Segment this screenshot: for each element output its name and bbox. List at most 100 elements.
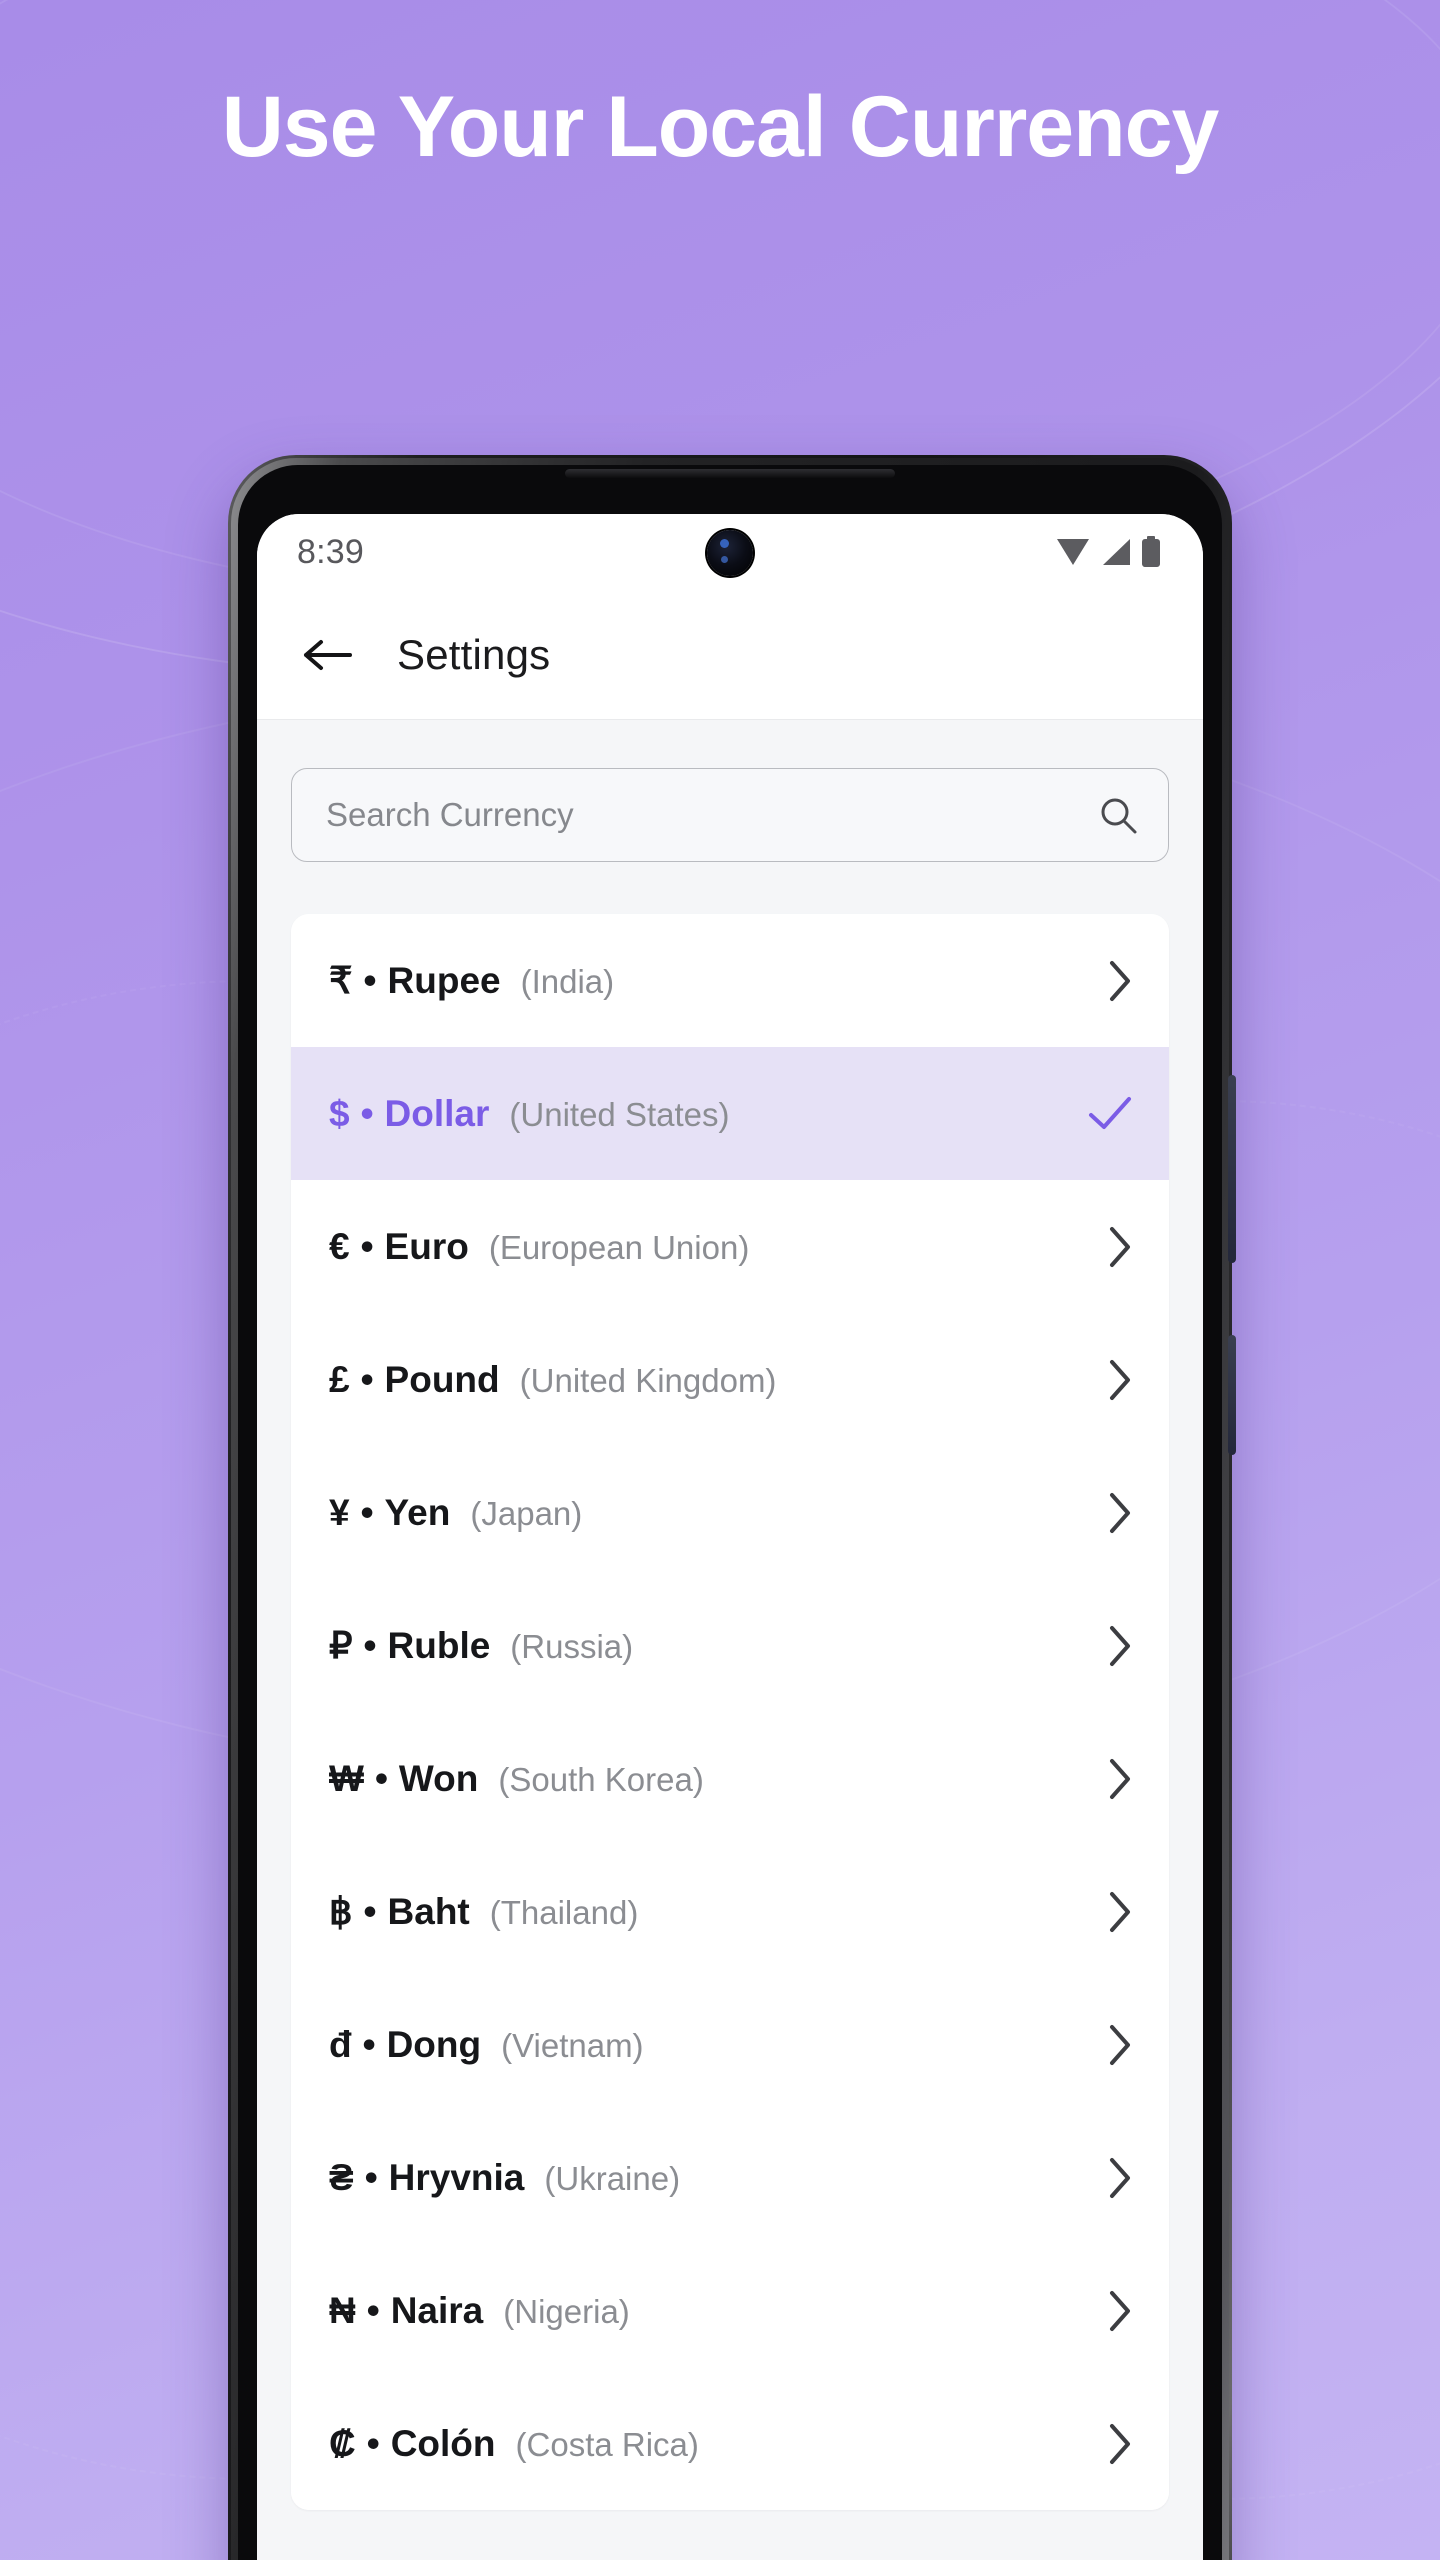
- currency-name: Won: [398, 1757, 479, 1799]
- currency-country: (Nigeria): [503, 2292, 630, 2330]
- currency-row-label: ₽ • Ruble (Russia): [329, 1624, 633, 1667]
- currency-country: (Thailand): [489, 1894, 639, 1931]
- currency-country: (Vietnam): [501, 2026, 644, 2064]
- currency-row-label: € • Euro (European Union): [329, 1226, 749, 1268]
- currency-row-label: ฿ • Baht (Thailand): [329, 1890, 638, 1933]
- currency-name: Baht: [387, 1891, 470, 1932]
- currency-separator-dot: •: [360, 1491, 374, 1533]
- currency-name: Naira: [390, 2289, 484, 2331]
- currency-row-label: ¥ • Yen (Japan): [329, 1492, 582, 1534]
- currency-symbol: ₦: [329, 2289, 356, 2331]
- currency-country: (United Kingdom): [519, 1361, 777, 1399]
- chevron-right-icon[interactable]: [1107, 2289, 1133, 2333]
- currency-separator-dot: •: [360, 1092, 374, 1134]
- currency-row-label: $ • Dollar (United States): [329, 1093, 730, 1135]
- currency-separator-dot: •: [366, 2289, 380, 2331]
- currency-symbol: đ: [329, 2023, 352, 2065]
- currency-symbol: €: [329, 1225, 350, 1267]
- currency-name: Euro: [384, 1225, 469, 1267]
- currency-country: (Russia): [510, 1628, 634, 1665]
- chevron-right-icon[interactable]: [1107, 1890, 1133, 1934]
- phone-mockup: 8:39 Settings Search Currency ₹ • Rupee …: [228, 455, 1236, 2560]
- cellular-signal-icon: [1103, 539, 1130, 565]
- poster-canvas: Use Your Local Currency 8:39 Settings Se…: [0, 0, 1440, 2560]
- currency-symbol: ₽: [329, 1625, 353, 1666]
- currency-row-dong[interactable]: đ • Dong (Vietnam): [291, 1978, 1169, 2111]
- search-currency-field[interactable]: Search Currency: [291, 768, 1169, 862]
- currency-row-colón[interactable]: ₡ • Colón (Costa Rica): [291, 2377, 1169, 2510]
- currency-row-label: ₹ • Rupee (India): [329, 959, 614, 1002]
- currency-separator-dot: •: [364, 2156, 378, 2198]
- chevron-right-icon[interactable]: [1107, 2422, 1133, 2466]
- currency-separator-dot: •: [363, 1625, 377, 1666]
- currency-separator-dot: •: [360, 1225, 374, 1267]
- currency-country: (Costa Rica): [515, 2425, 699, 2463]
- currency-symbol: ₴: [329, 2156, 354, 2198]
- currency-row-label: đ • Dong (Vietnam): [329, 2024, 644, 2066]
- app-bar: Settings: [257, 590, 1203, 720]
- chevron-right-icon[interactable]: [1107, 1624, 1133, 1668]
- status-bar-icons: [1055, 536, 1161, 568]
- currency-row-label: ₡ • Colón (Costa Rica): [329, 2423, 699, 2465]
- search-icon[interactable]: [1098, 795, 1138, 835]
- currency-name: Dong: [386, 2023, 482, 2065]
- search-input-placeholder: Search Currency: [326, 796, 574, 833]
- volume-button[interactable]: [1228, 1335, 1236, 1455]
- currency-name: Hryvnia: [388, 2156, 525, 2198]
- currency-symbol: ฿: [329, 1891, 353, 1932]
- currency-symbol: £: [329, 1358, 350, 1400]
- currency-country: (India): [520, 963, 615, 1000]
- currency-separator-dot: •: [363, 1891, 377, 1932]
- page-title: Settings: [397, 630, 551, 678]
- currency-symbol: ¥: [329, 1491, 350, 1533]
- currency-name: Rupee: [387, 960, 501, 1001]
- chevron-right-icon[interactable]: [1107, 2023, 1133, 2067]
- currency-list: ₹ • Rupee (India) $ • Dollar (United States) € • E…: [291, 914, 1169, 2510]
- back-button[interactable]: [299, 627, 355, 683]
- currency-name: Dollar: [384, 1092, 490, 1134]
- power-button[interactable]: [1228, 1075, 1236, 1263]
- currency-symbol: ₩: [329, 1757, 364, 1799]
- currency-row-pound[interactable]: £ • Pound (United Kingdom): [291, 1313, 1169, 1446]
- currency-country: (Japan): [470, 1494, 583, 1532]
- currency-country: (United States): [509, 1095, 730, 1133]
- chevron-right-icon[interactable]: [1107, 1358, 1133, 1402]
- currency-name: Colón: [390, 2422, 496, 2464]
- currency-row-hryvnia[interactable]: ₴ • Hryvnia (Ukraine): [291, 2111, 1169, 2244]
- currency-row-ruble[interactable]: ₽ • Ruble (Russia): [291, 1579, 1169, 1712]
- chevron-right-icon[interactable]: [1107, 1491, 1133, 1535]
- currency-row-yen[interactable]: ¥ • Yen (Japan): [291, 1446, 1169, 1579]
- chevron-right-icon[interactable]: [1107, 959, 1133, 1003]
- status-bar-clock: 8:39: [297, 532, 364, 571]
- currency-row-rupee[interactable]: ₹ • Rupee (India): [291, 914, 1169, 1047]
- currency-separator-dot: •: [362, 2023, 376, 2065]
- battery-icon: [1142, 536, 1160, 567]
- currency-row-label: ₴ • Hryvnia (Ukraine): [329, 2157, 680, 2199]
- currency-symbol: ₡: [329, 2422, 356, 2464]
- back-arrow-icon: [304, 639, 352, 670]
- currency-symbol: ₹: [329, 960, 353, 1001]
- currency-row-won[interactable]: ₩ • Won (South Korea): [291, 1712, 1169, 1845]
- chevron-right-icon[interactable]: [1107, 1225, 1133, 1269]
- currency-row-dollar[interactable]: $ • Dollar (United States): [291, 1047, 1169, 1180]
- currency-country: (European Union): [488, 1228, 750, 1266]
- currency-row-label: ₦ • Naira (Nigeria): [329, 2290, 630, 2332]
- currency-name: Pound: [384, 1358, 500, 1400]
- phone-bezel: 8:39 Settings Search Currency ₹ • Rupee …: [238, 465, 1222, 2560]
- wifi-icon: [1057, 539, 1089, 565]
- chevron-right-icon[interactable]: [1107, 2156, 1133, 2200]
- chevron-right-icon[interactable]: [1107, 1757, 1133, 1801]
- currency-row-label: £ • Pound (United Kingdom): [329, 1359, 776, 1401]
- currency-row-naira[interactable]: ₦ • Naira (Nigeria): [291, 2244, 1169, 2377]
- currency-row-baht[interactable]: ฿ • Baht (Thailand): [291, 1845, 1169, 1978]
- phone-screen: 8:39 Settings Search Currency ₹ • Rupee …: [257, 514, 1203, 2560]
- currency-row-euro[interactable]: € • Euro (European Union): [291, 1180, 1169, 1313]
- currency-name: Ruble: [387, 1625, 491, 1666]
- check-icon: [1089, 1096, 1131, 1129]
- currency-country: (Ukraine): [544, 2159, 681, 2197]
- currency-separator-dot: •: [374, 1757, 388, 1799]
- currency-symbol: $: [329, 1092, 350, 1134]
- poster-headline: Use Your Local Currency: [221, 79, 1220, 175]
- front-camera-icon: [707, 530, 753, 576]
- currency-country: (South Korea): [498, 1760, 704, 1798]
